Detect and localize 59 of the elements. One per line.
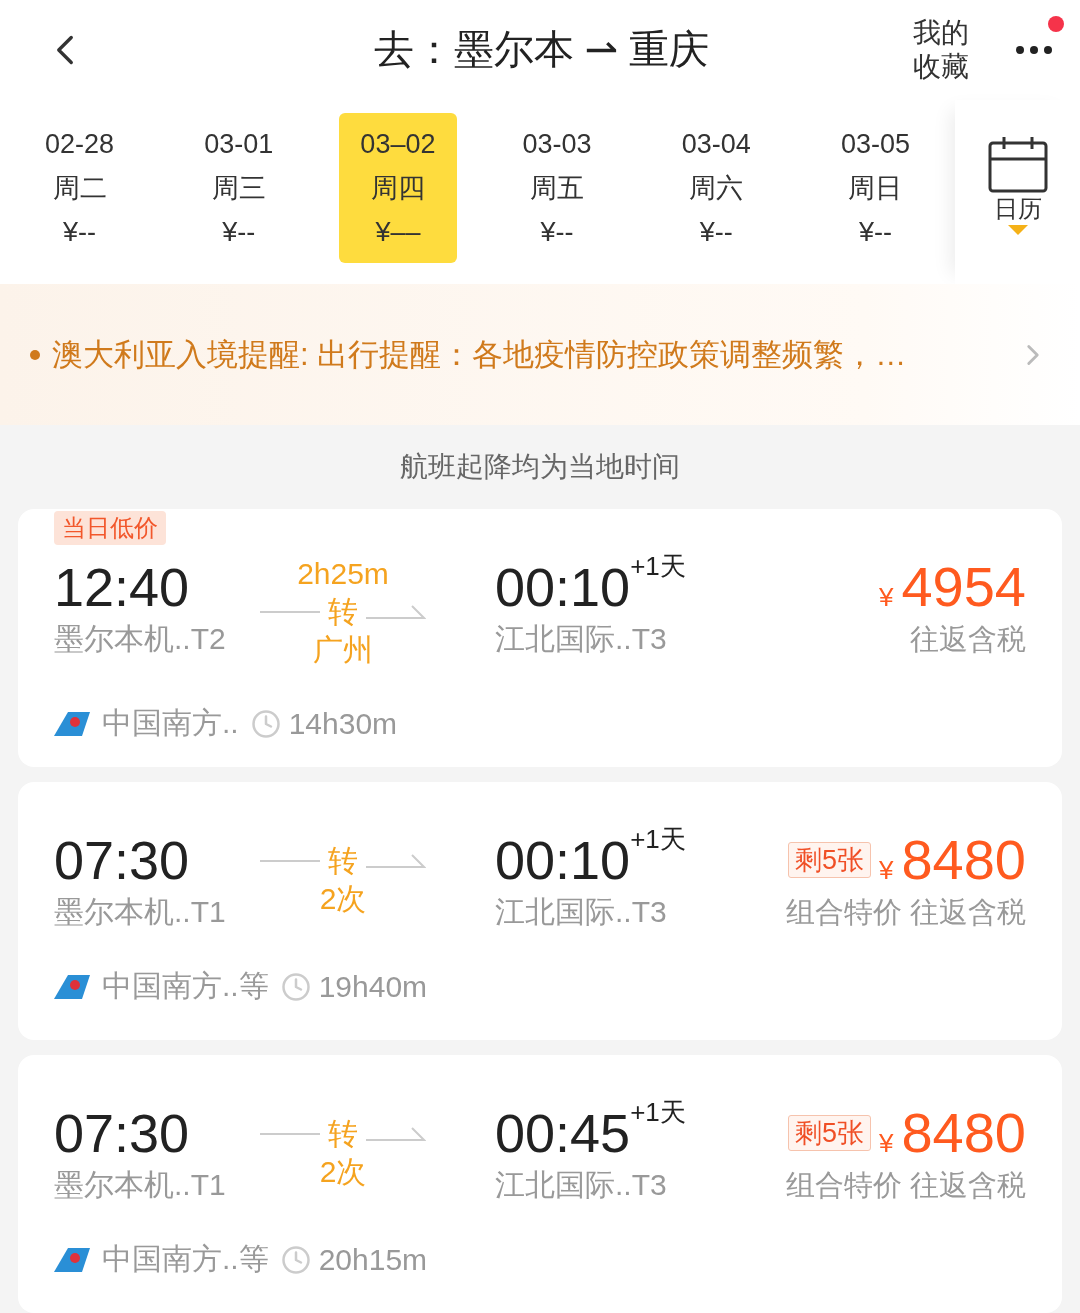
price-note: 组合特价 往返含税 [785, 895, 1026, 930]
seats-left-tag: 剩5张 [787, 1115, 871, 1151]
calendar-icon[interactable] [987, 134, 1048, 193]
seats-left-tag: 剩5张 [787, 842, 871, 878]
departure-time: 12:40 [54, 556, 191, 619]
date-tab[interactable]: 03-01 周三 ¥-- [179, 112, 298, 263]
date-tab[interactable]: 03-05 周日 ¥-- [816, 112, 935, 263]
price: 4954 [901, 555, 1026, 619]
flight-duration: 14h30m [288, 706, 398, 741]
next-day-mark: +1天 [630, 823, 686, 856]
transfer-duration: 2h25m [297, 556, 389, 592]
low-price-tag: 当日低价 [54, 511, 166, 545]
arrival-airport: 江北国际..T3 [495, 621, 668, 657]
price-note: 往返含税 [910, 622, 1026, 657]
airline-tail-icon [54, 709, 90, 738]
clock-icon [250, 708, 281, 739]
flight-duration: 20h15m [318, 1242, 428, 1277]
arrival-time: 00:10 [495, 829, 631, 892]
airline-name: 中国南方.. [102, 705, 239, 741]
caret-icon [1007, 224, 1028, 235]
route-title: 去：墨尔本 ⇀ 重庆 [372, 26, 711, 74]
price-note: 组合特价 往返含税 [785, 1168, 1026, 1203]
date-tab[interactable]: 02-28 周二 ¥-- [20, 112, 139, 263]
airline-name: 中国南方..等 [102, 1241, 269, 1277]
transfer-label: 转 [328, 843, 358, 879]
airline-tail-icon [54, 1245, 90, 1274]
departure-time: 07:30 [54, 1102, 191, 1165]
clock-icon [280, 1244, 311, 1275]
clock-icon [280, 971, 311, 1002]
date-tab[interactable]: 03-04 周六 ¥-- [657, 112, 776, 263]
transfer-label: 转 [328, 594, 358, 630]
transfer-detail: 2次 [319, 1154, 367, 1190]
transfer-detail: 广州 [313, 632, 373, 668]
arrival-time: 00:45 [495, 1102, 631, 1165]
favorites-link[interactable]: 我的收藏 [913, 15, 972, 84]
currency-symbol: ¥ [878, 855, 894, 886]
currency-symbol: ¥ [878, 582, 894, 613]
date-tab[interactable]: 03–02 周四 ¥–– [338, 112, 457, 263]
departure-airport: 墨尔本机..T1 [54, 894, 227, 930]
price: 8480 [901, 828, 1026, 892]
departure-time: 07:30 [54, 829, 191, 892]
arrival-time: 00:10 [495, 556, 631, 619]
next-day-mark: +1天 [630, 1096, 686, 1129]
next-day-mark: +1天 [630, 550, 686, 583]
price: 8480 [901, 1101, 1026, 1165]
arrival-airport: 江北国际..T3 [495, 894, 668, 930]
airline-name: 中国南方..等 [102, 968, 269, 1004]
airline-tail-icon [54, 972, 90, 1001]
currency-symbol: ¥ [878, 1128, 894, 1159]
transfer-detail: 2次 [319, 881, 367, 917]
caption-text: 航班起降均为当地时间 [399, 450, 681, 485]
calendar-label[interactable]: 日历 [993, 192, 1042, 225]
bullet-icon [30, 349, 40, 360]
transfer-label: 转 [328, 1116, 358, 1152]
departure-airport: 墨尔本机..T1 [54, 1167, 227, 1203]
date-tab[interactable]: 03-03 周五 ¥-- [498, 112, 617, 263]
flight-duration: 19h40m [318, 969, 428, 1004]
arrival-airport: 江北国际..T3 [495, 1167, 668, 1203]
departure-airport: 墨尔本机..T2 [54, 621, 227, 657]
